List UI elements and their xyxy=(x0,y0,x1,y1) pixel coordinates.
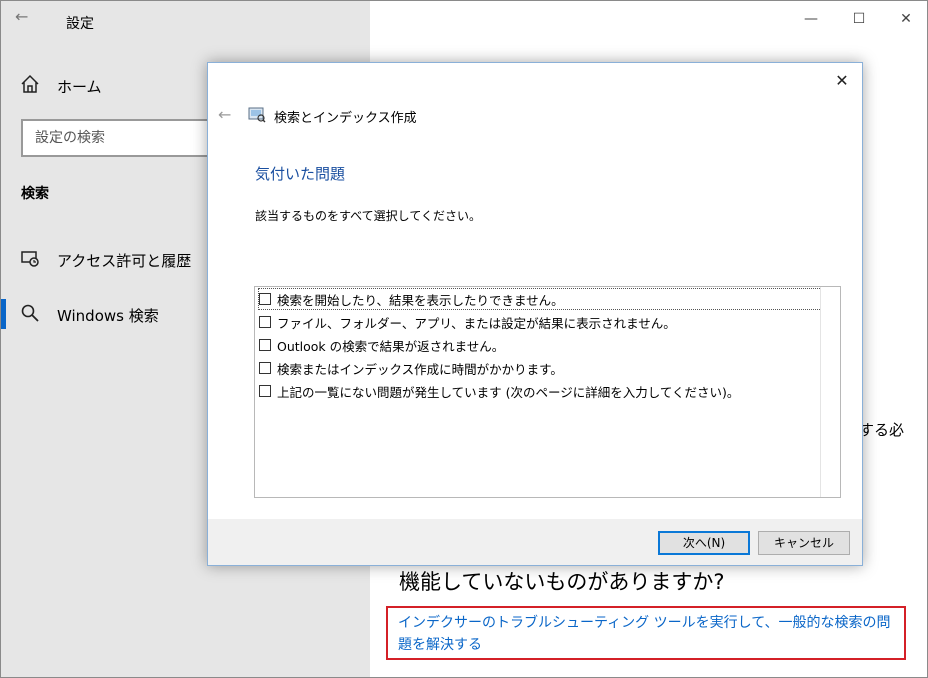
list-scrollbar[interactable] xyxy=(820,287,840,497)
permissions-history-icon xyxy=(21,251,39,267)
window-title: 設定 xyxy=(66,16,94,32)
checkbox[interactable] xyxy=(259,339,271,351)
problem-checkbox-item[interactable]: 検索またはインデックス作成に時間がかかります。 xyxy=(259,358,563,378)
section-label: 検索 xyxy=(21,186,49,202)
help-heading: 機能していないものがありますか? xyxy=(399,570,725,594)
problem-label: 検索またはインデックス作成に時間がかかります。 xyxy=(277,361,563,377)
problem-checkbox-item[interactable]: 上記の一覧にない問題が発生しています (次のページに詳細を入力してください)。 xyxy=(259,381,739,401)
problem-label: 上記の一覧にない問題が発生しています (次のページに詳細を入力してください)。 xyxy=(277,384,740,400)
troubleshooter-link-box: インデクサーのトラブルシューティング ツールを実行して、一般的な検索の問題を解決… xyxy=(386,606,906,660)
checkbox[interactable] xyxy=(259,362,271,374)
dialog-close-icon[interactable]: ✕ xyxy=(832,71,852,91)
troubleshooter-dialog: ✕ ← 検索とインデックス作成 気付いた問題 該当するものをすべて選択してくださ… xyxy=(207,62,863,566)
checkbox[interactable] xyxy=(259,385,271,397)
problem-label: Outlook の検索で結果が返されません。 xyxy=(277,338,505,354)
problem-list: 検索を開始したり、結果を表示したりできません。 ファイル、フォルダー、アプリ、ま… xyxy=(254,286,841,498)
nav-home-label: ホーム xyxy=(57,78,102,96)
problem-label: 検索を開始したり、結果を表示したりできません。 xyxy=(277,292,564,308)
cancel-button[interactable]: キャンセル xyxy=(758,531,850,555)
maximize-icon[interactable]: ☐ xyxy=(849,9,869,29)
problem-checkbox-item[interactable]: Outlook の検索で結果が返されません。 xyxy=(259,335,504,355)
nav-item-label: Windows 検索 xyxy=(57,307,159,325)
nav-item-label: アクセス許可と履歴 xyxy=(57,252,192,270)
dialog-instruction: 該当するものをすべて選択してください。 xyxy=(255,209,481,223)
partial-description-text: する必 xyxy=(859,421,905,439)
indexing-app-icon xyxy=(248,107,266,123)
dialog-heading: 気付いた問題 xyxy=(255,165,346,183)
problem-checkbox-item[interactable]: 検索を開始したり、結果を表示したりできません。 xyxy=(258,288,822,310)
minimize-icon[interactable]: — xyxy=(801,9,821,29)
checkbox[interactable] xyxy=(259,316,271,328)
back-arrow-icon[interactable]: ← xyxy=(15,7,28,26)
dialog-title: 検索とインデックス作成 xyxy=(274,111,417,126)
home-icon xyxy=(21,74,39,93)
problem-label: ファイル、フォルダー、アプリ、または設定が結果に表示されません。 xyxy=(277,315,676,331)
checkbox[interactable] xyxy=(259,293,271,305)
next-button[interactable]: 次へ(N) xyxy=(658,531,750,555)
problem-checkbox-item[interactable]: ファイル、フォルダー、アプリ、または設定が結果に表示されません。 xyxy=(259,312,676,332)
dialog-back-icon[interactable]: ← xyxy=(218,105,231,124)
close-icon[interactable]: ✕ xyxy=(896,9,916,29)
search-icon xyxy=(21,304,39,322)
troubleshooter-link[interactable]: インデクサーのトラブルシューティング ツールを実行して、一般的な検索の問題を解決… xyxy=(398,615,891,653)
dialog-footer: 次へ(N) キャンセル xyxy=(208,519,862,565)
